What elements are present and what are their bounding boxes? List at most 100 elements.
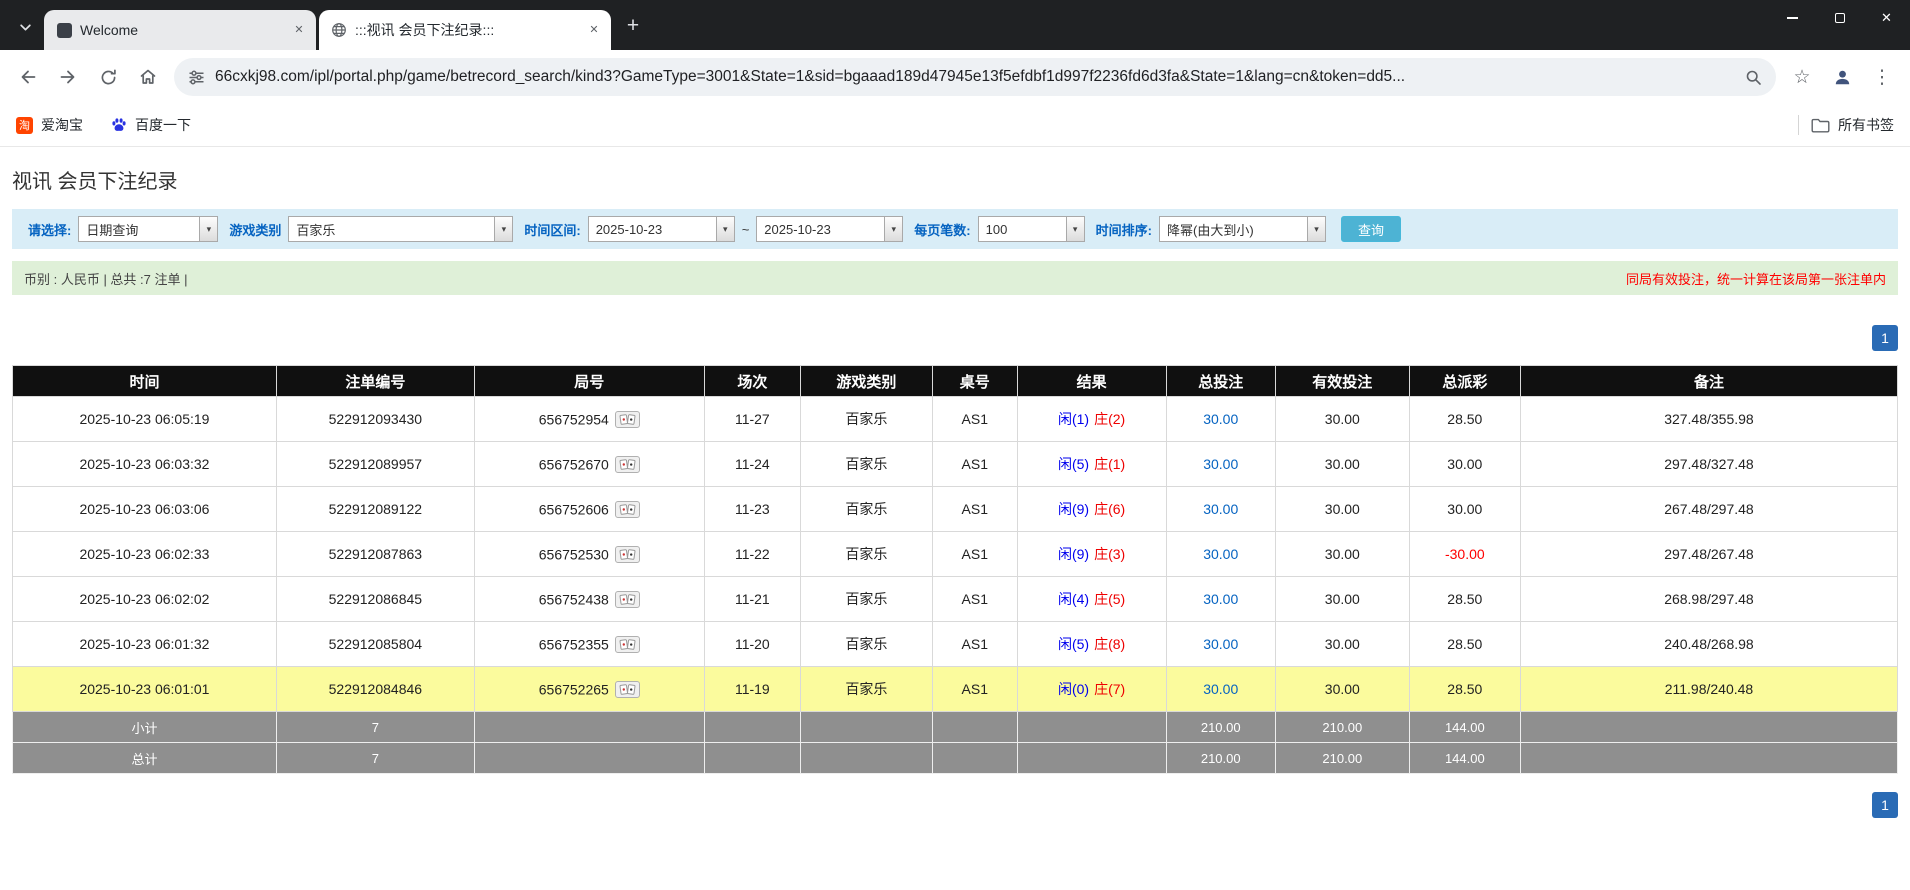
divider (1798, 115, 1799, 135)
cell-valid-bet: 30.00 (1275, 667, 1409, 712)
cell-total-bet-link[interactable]: 30.00 (1166, 397, 1275, 442)
cell-result: 闲(4)庄(5) (1017, 577, 1166, 622)
cell-total-bet-link[interactable]: 30.00 (1166, 667, 1275, 712)
cell-payout: -30.00 (1409, 532, 1520, 577)
result-banker: 庄(8) (1094, 636, 1125, 652)
reload-button[interactable] (90, 59, 126, 95)
cell-total-bet-link[interactable]: 30.00 (1166, 487, 1275, 532)
cell-time: 2025-10-23 06:03:32 (13, 442, 277, 487)
summary-row: 总计 7 210.00 210.00 144.00 (13, 743, 1898, 774)
pagination-top: 1 (12, 325, 1898, 351)
all-bookmarks-button[interactable]: 所有书签 (1811, 115, 1894, 135)
baidu-paw-icon (111, 117, 127, 133)
summary-cell (1520, 712, 1897, 743)
date-from-select[interactable]: 2025-10-23 ▾ (588, 216, 735, 242)
replay-icon[interactable] (615, 636, 640, 653)
summary-cell (474, 712, 704, 743)
cell-time: 2025-10-23 06:01:01 (13, 667, 277, 712)
replay-icon[interactable] (615, 681, 640, 698)
cell-table: AS1 (932, 487, 1017, 532)
result-banker: 庄(6) (1094, 501, 1125, 517)
result-player: 闲(4) (1058, 591, 1089, 607)
minimize-button[interactable] (1769, 0, 1816, 36)
bet-row: 2025-10-23 06:02:33 522912087863 6567525… (13, 532, 1898, 577)
replay-icon[interactable] (615, 591, 640, 608)
cell-game-type: 百家乐 (800, 667, 932, 712)
query-type-select[interactable]: 日期查询 ▾ (78, 216, 218, 242)
cell-note: 297.48/267.48 (1520, 532, 1897, 577)
page-title: 视讯 会员下注纪录 (12, 165, 1910, 194)
profile-icon[interactable] (1824, 59, 1860, 95)
summary-bar: 币别 : 人民币 | 总共 :7 注单 | 同局有效投注，统一计算在该局第一张注… (12, 261, 1898, 295)
cell-bet-id: 522912086845 (276, 577, 474, 622)
bookmark-star-icon[interactable]: ☆ (1784, 59, 1820, 95)
tab-close-icon[interactable]: ✕ (290, 21, 308, 39)
tab-welcome[interactable]: Welcome ✕ (44, 10, 316, 50)
welcome-favicon-icon (56, 22, 72, 38)
round-number: 656752438 (539, 591, 609, 607)
summary-cell (800, 712, 932, 743)
all-bookmarks-label: 所有书签 (1838, 115, 1894, 135)
result-player: 闲(0) (1058, 681, 1089, 697)
cell-valid-bet: 30.00 (1275, 577, 1409, 622)
game-type-select[interactable]: 百家乐 ▾ (288, 216, 513, 242)
search-button[interactable]: 查询 (1341, 216, 1401, 242)
home-button[interactable] (130, 59, 166, 95)
menu-kebab-icon[interactable]: ⋮ (1864, 59, 1900, 95)
chevron-down-icon: ▾ (716, 217, 734, 241)
cell-session: 11-27 (704, 397, 800, 442)
forward-button[interactable] (50, 59, 86, 95)
summary-payout: 144.00 (1409, 712, 1520, 743)
new-tab-button[interactable]: + (619, 12, 647, 40)
summary-count: 7 (276, 712, 474, 743)
address-bar[interactable]: 66cxkj98.com/ipl/portal.php/game/betreco… (174, 58, 1776, 96)
cell-round: 656752355 (474, 622, 704, 667)
col-payout: 总派彩 (1409, 366, 1520, 397)
summary-label: 总计 (13, 743, 277, 774)
replay-icon[interactable] (615, 546, 640, 563)
cell-session: 11-24 (704, 442, 800, 487)
summary-label: 小计 (13, 712, 277, 743)
cell-time: 2025-10-23 06:01:32 (13, 622, 277, 667)
result-player: 闲(1) (1058, 411, 1089, 427)
cell-payout: 30.00 (1409, 487, 1520, 532)
col-session: 场次 (704, 366, 800, 397)
cell-total-bet-link[interactable]: 30.00 (1166, 622, 1275, 667)
cell-total-bet-link[interactable]: 30.00 (1166, 577, 1275, 622)
replay-icon[interactable] (615, 501, 640, 518)
cell-total-bet-link[interactable]: 30.00 (1166, 442, 1275, 487)
summary-cell (704, 712, 800, 743)
window-controls: ✕ (1769, 0, 1910, 36)
cell-total-bet-link[interactable]: 30.00 (1166, 532, 1275, 577)
sort-order-select[interactable]: 降幂(由大到小) ▾ (1159, 216, 1326, 242)
time-range-label: 时间区间: (524, 220, 580, 239)
cell-table: AS1 (932, 622, 1017, 667)
summary-left-text: 币别 : 人民币 | 总共 :7 注单 | (24, 269, 188, 288)
bookmark-taobao[interactable]: 淘 爱淘宝 (16, 115, 83, 135)
date-to-select[interactable]: 2025-10-23 ▾ (756, 216, 903, 242)
zoom-icon[interactable] (1745, 69, 1762, 86)
cell-round: 656752670 (474, 442, 704, 487)
bet-row: 2025-10-23 06:02:02 522912086845 6567524… (13, 577, 1898, 622)
page-size-select[interactable]: 100 ▾ (978, 216, 1085, 242)
cell-payout: 28.50 (1409, 667, 1520, 712)
tab-search-chevron-icon[interactable] (10, 12, 40, 42)
tab-close-icon[interactable]: ✕ (585, 21, 603, 39)
cell-valid-bet: 30.00 (1275, 532, 1409, 577)
replay-icon[interactable] (615, 456, 640, 473)
site-info-icon[interactable] (188, 69, 205, 86)
page-1-button[interactable]: 1 (1872, 792, 1898, 818)
col-round: 局号 (474, 366, 704, 397)
close-window-button[interactable]: ✕ (1863, 0, 1910, 36)
page-1-button[interactable]: 1 (1872, 325, 1898, 351)
round-number: 656752670 (539, 456, 609, 472)
tab-betrecord[interactable]: :::视讯 会员下注纪录::: ✕ (319, 10, 611, 50)
bet-row: 2025-10-23 06:03:06 522912089122 6567526… (13, 487, 1898, 532)
bookmark-baidu[interactable]: 百度一下 (111, 115, 191, 135)
url-text[interactable]: 66cxkj98.com/ipl/portal.php/game/betreco… (215, 68, 1735, 86)
chevron-down-icon: ▾ (199, 217, 217, 241)
maximize-button[interactable] (1816, 0, 1863, 36)
back-button[interactable] (10, 59, 46, 95)
replay-icon[interactable] (615, 411, 640, 428)
cell-bet-id: 522912085804 (276, 622, 474, 667)
